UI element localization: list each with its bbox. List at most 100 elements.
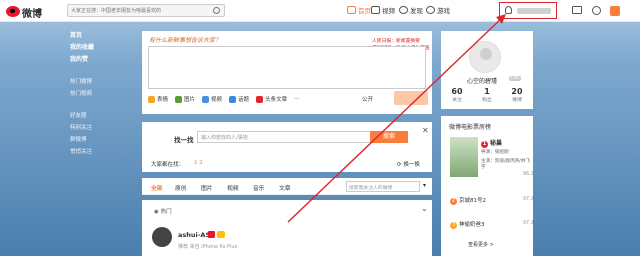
tab-images[interactable]: 图片 — [201, 183, 213, 192]
sidebar-item-secret[interactable]: 悄悄关注 — [70, 146, 132, 158]
sidebar-item-hot-weibo[interactable]: 热门微博 — [70, 76, 132, 88]
tool-article-label: 头条文章 — [265, 97, 288, 103]
tool-article[interactable]: 头条文章 — [256, 95, 287, 103]
compose-icon[interactable] — [610, 6, 620, 16]
stat-followers[interactable]: 1 粉丝 — [473, 87, 501, 103]
stat-following[interactable]: 60 关注 — [443, 87, 471, 103]
search-icon[interactable] — [213, 7, 220, 14]
left-sidebar: 首页 我的收藏 我的赞 热门微博 热门视频 好友圈 特别关注 群微博 悄悄关注 — [70, 30, 132, 158]
post-source: 推荐 来自 iPhone 6s Plus — [178, 244, 238, 250]
tool-more[interactable]: ··· — [294, 96, 299, 102]
weibo-eye-icon — [6, 6, 20, 17]
emoji-icon — [148, 95, 155, 103]
find-search-button[interactable]: 搜索 — [370, 131, 408, 143]
video-icon — [371, 6, 380, 14]
tool-video[interactable]: 视频 — [202, 95, 222, 103]
change-batch-label: 换一换 — [403, 162, 420, 168]
find-input[interactable]: 输入你想找的人/事物 — [197, 131, 372, 143]
post-textarea[interactable] — [148, 46, 426, 89]
logo-text: 微博 — [22, 9, 42, 20]
tab-original[interactable]: 原创 — [175, 183, 187, 192]
tab-articles[interactable]: 文章 — [279, 183, 291, 192]
rank-badge: 2 — [450, 198, 457, 205]
tab-music[interactable]: 音乐 — [253, 183, 265, 192]
change-batch-button[interactable]: ⟳ 换一换 — [397, 160, 420, 168]
profile-avatar[interactable] — [469, 41, 501, 73]
sidebar-item-special[interactable]: 特别关注 — [70, 122, 132, 134]
movie-poster[interactable] — [450, 137, 478, 177]
nav-home-label: 首页 — [358, 7, 371, 15]
stat-posts[interactable]: 20 微博 — [503, 87, 531, 103]
composer-hint: 有什么新鲜事想告诉大家？ — [149, 37, 222, 44]
tool-video-label: 视频 — [211, 97, 223, 103]
close-icon[interactable]: ✕ — [422, 126, 429, 135]
top-navbar: 微博 首页 视频 发现 游戏 — [0, 0, 640, 22]
view-more-link[interactable]: 查看更多 > — [468, 241, 494, 248]
profile-card: 心空的碧瑾 Lv6 60 关注 1 粉丝 20 微博 — [441, 31, 533, 109]
movie-name: 京城81号2 — [459, 198, 486, 204]
movie-score: 96.1 — [523, 172, 534, 177]
mail-icon[interactable] — [572, 6, 582, 14]
stat-posts-value: 20 — [511, 87, 523, 96]
sidebar-item-home[interactable]: 首页 — [70, 30, 132, 42]
tab-all[interactable]: 全部 — [151, 183, 163, 192]
stat-followers-label: 粉丝 — [482, 98, 492, 103]
nav-discover-label: 发现 — [410, 7, 423, 15]
composer-toolbar: 表情 图片 视频 话题 头条文章 ··· — [148, 94, 299, 104]
movie-rank-2[interactable]: 2 京城81号2 — [450, 196, 486, 205]
visibility-dropdown[interactable]: 公开 — [362, 95, 373, 103]
nav-video[interactable]: 视频 — [371, 5, 395, 15]
rank-badge: 3 — [450, 222, 457, 229]
movie-director: 导演：张绍刚 — [481, 150, 509, 155]
feed-chevron-icon[interactable]: ⌄ — [421, 204, 428, 213]
gear-icon[interactable] — [592, 6, 601, 15]
weibo-logo[interactable]: 微博 — [6, 4, 48, 20]
profile-nickname[interactable]: 心空的碧瑾 — [467, 76, 497, 85]
chevron-down-icon[interactable]: ▾ — [423, 182, 426, 189]
movie-rank-3[interactable]: 3 神偷奶爸3 — [450, 220, 485, 229]
sidebar-item-likes[interactable]: 我的赞 — [70, 54, 132, 66]
blurred-username — [517, 8, 551, 14]
tool-topic[interactable]: 话题 — [229, 95, 249, 103]
hot-label-text: 热门 — [160, 209, 172, 215]
find-label: 找一找 — [174, 136, 194, 144]
global-search[interactable] — [67, 4, 225, 17]
movie-cast: 主演：凯丽/颜丙燕/林飞宇 — [481, 159, 531, 170]
movie-panel-title: 微博电影票房榜 — [449, 124, 492, 131]
post-author[interactable]: ashui-AS — [178, 231, 210, 239]
movie-rank-1[interactable]: 1 秘巢 — [481, 138, 502, 148]
sidebar-item-hot-video[interactable]: 热门视频 — [70, 88, 132, 100]
nav-home[interactable]: 首页 — [347, 5, 371, 15]
feed-search-input[interactable]: 搜索我关注人的微博 — [346, 181, 420, 192]
sidebar-item-friends[interactable]: 好友圈 — [70, 110, 132, 122]
image-icon — [175, 95, 183, 103]
tool-emoji[interactable]: 表情 — [148, 95, 168, 103]
sidebar-item-favorites[interactable]: 我的收藏 — [70, 42, 132, 54]
avatar[interactable] — [152, 227, 172, 247]
search-input[interactable] — [71, 6, 206, 16]
tool-image[interactable]: 图片 — [175, 95, 195, 103]
tab-videos[interactable]: 视频 — [227, 183, 239, 192]
tool-topic-label: 话题 — [238, 97, 250, 103]
post-composer: 有什么新鲜事想告诉大家？ 人民日报：新闻置换要求“请家”，微信也成为莫医的优者 … — [142, 31, 432, 114]
sidebar-item-groups[interactable]: 群微博 — [70, 134, 132, 146]
level-badge: Lv6 — [509, 76, 522, 81]
nav-game[interactable]: 游戏 — [426, 5, 450, 15]
nav-video-label: 视频 — [382, 7, 395, 15]
stat-following-label: 关注 — [452, 98, 462, 103]
tool-emoji-label: 表情 — [157, 97, 169, 103]
everyone-searching-label: 大家都在找： — [151, 162, 185, 168]
vip-badge-icon — [217, 231, 225, 238]
home-icon — [347, 6, 356, 14]
user-account-button[interactable] — [499, 2, 557, 19]
send-button[interactable] — [394, 91, 428, 105]
stat-followers-value: 1 — [484, 87, 490, 96]
movie-name: 神偷奶爸3 — [459, 222, 485, 228]
pagination[interactable]: 1 2 — [194, 160, 203, 166]
game-icon — [426, 6, 435, 14]
user-icon — [505, 6, 512, 14]
rank-badge: 1 — [481, 141, 488, 148]
movie-chart-panel: 微博电影票房榜 1 秘巢 导演：张绍刚 主演：凯丽/颜丙燕/林飞宇 96.1 2京… — [441, 116, 534, 256]
nav-discover[interactable]: 发现 — [399, 5, 423, 15]
movie-score: 97.1 — [523, 197, 534, 202]
